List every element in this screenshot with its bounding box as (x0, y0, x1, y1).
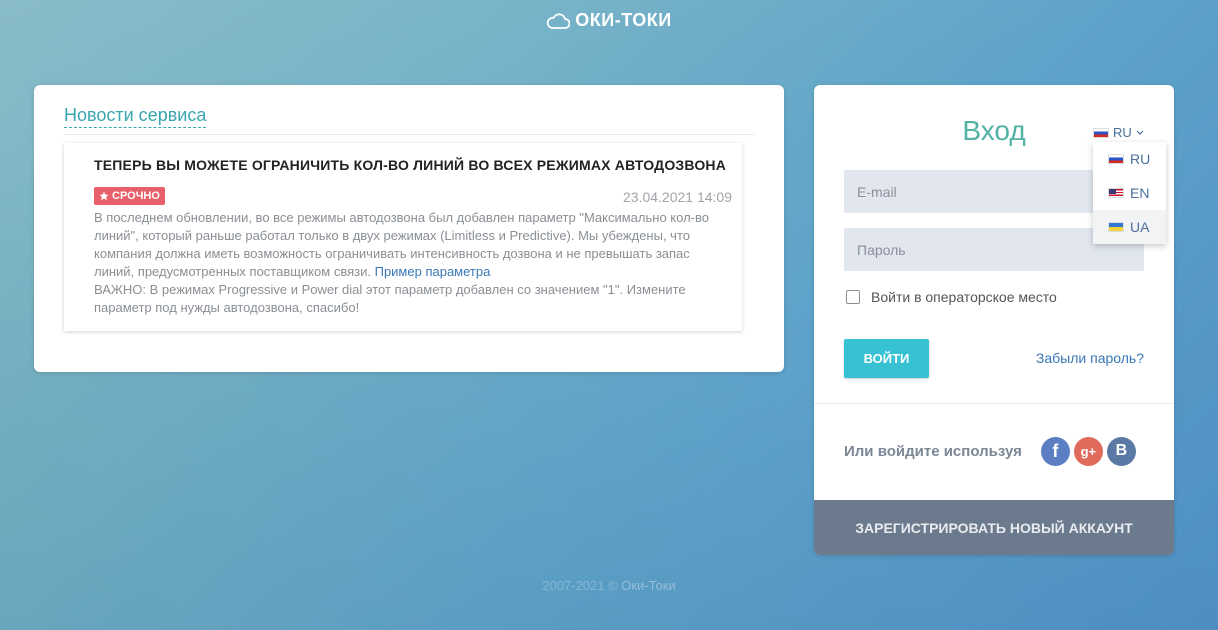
russia-flag-icon (1093, 127, 1109, 138)
social-label: Или войдите используя (844, 442, 1022, 460)
language-option-label: UA (1130, 219, 1150, 235)
news-divider (64, 134, 754, 135)
news-item-title: ТЕПЕРЬ ВЫ МОЖЕТЕ ОГРАНИЧИТЬ КОЛ-ВО ЛИНИЙ… (94, 157, 727, 173)
footer: 2007-2021 © Оки-Токи (0, 578, 1218, 593)
urgent-badge-label: СРОЧНО (112, 190, 160, 202)
social-login-row: Или войдите используя f g+ B (844, 435, 1144, 467)
ukraine-flag-icon (1108, 222, 1124, 232)
language-option-en[interactable]: EN (1093, 176, 1166, 210)
language-option-ua[interactable]: UA (1093, 210, 1166, 244)
language-option-label: RU (1130, 151, 1151, 167)
operator-checkbox[interactable] (846, 290, 860, 304)
login-divider (814, 403, 1174, 404)
operator-login-row[interactable]: Войти в операторское место (846, 289, 1057, 305)
login-button[interactable]: ВОЙТИ (844, 339, 929, 378)
google-plus-icon[interactable]: g+ (1073, 436, 1103, 466)
login-card: Вход RU RU EN UA Войти в операторское ме… (814, 85, 1174, 555)
news-card: Новости сервиса ТЕПЕРЬ ВЫ МОЖЕТЕ ОГРАНИЧ… (34, 85, 784, 372)
urgent-badge: СРОЧНО (94, 187, 165, 205)
news-item: ТЕПЕРЬ ВЫ МОЖЕТЕ ОГРАНИЧИТЬ КОЛ-ВО ЛИНИЙ… (64, 143, 742, 331)
chevron-down-icon (1136, 130, 1144, 135)
language-option-label: EN (1130, 185, 1150, 201)
news-meta: СРОЧНО 23.04.2021 14:09 (94, 187, 732, 209)
facebook-icon[interactable]: f (1040, 436, 1070, 466)
news-date: 23.04.2021 14:09 (623, 189, 732, 205)
example-parameter-link[interactable]: Пример параметра (375, 264, 491, 279)
language-option-ru[interactable]: RU (1093, 142, 1166, 176)
language-selector[interactable]: RU (1093, 125, 1144, 140)
usa-flag-icon (1108, 188, 1124, 198)
vk-icon[interactable]: B (1106, 436, 1136, 466)
operator-label: Войти в операторское место (871, 289, 1057, 305)
forgot-password-link[interactable]: Забыли пароль? (1036, 350, 1144, 366)
russia-flag-icon (1108, 154, 1124, 164)
news-heading[interactable]: Новости сервиса (64, 105, 207, 128)
logo-text: ОКИ-ТОКИ (575, 10, 672, 30)
footer-years: 2007-2021 © (542, 578, 618, 593)
news-body: В последнем обновлении, во все режимы ав… (94, 209, 732, 317)
cloud-icon (547, 12, 571, 29)
register-button[interactable]: ЗАРЕГИСТРИРОВАТЬ НОВЫЙ АККАУНТ (814, 500, 1174, 555)
star-icon (99, 191, 109, 201)
news-note: ВАЖНО: В режимах Progressive и Power dia… (94, 282, 686, 315)
language-current: RU (1113, 125, 1132, 140)
footer-brand-link[interactable]: Оки-Токи (621, 578, 676, 593)
logo[interactable]: ОКИ-ТОКИ (0, 10, 1218, 31)
language-dropdown: RU EN UA (1093, 142, 1166, 244)
